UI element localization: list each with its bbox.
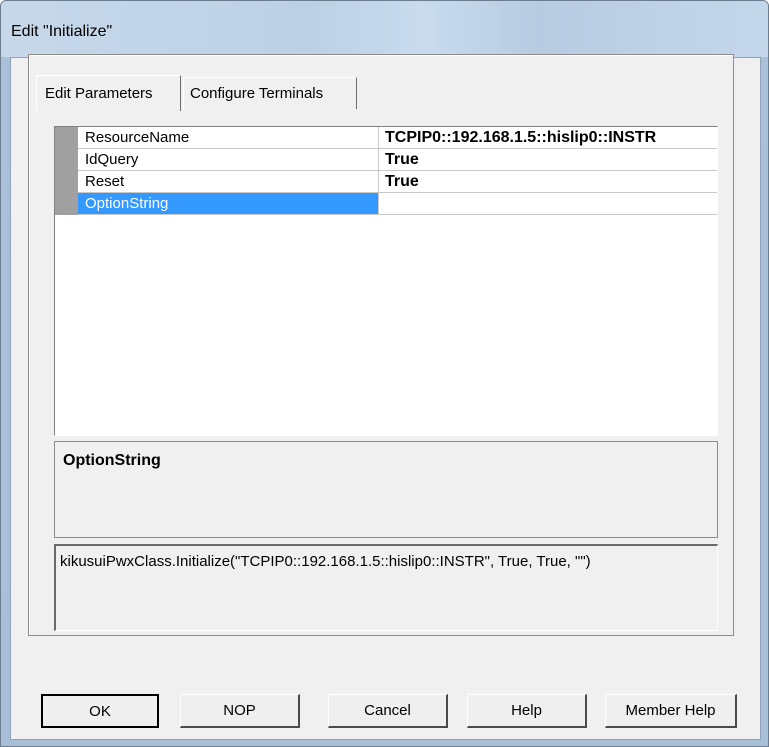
parameter-value-field[interactable] [379, 193, 717, 215]
call-preview-box: kikusuiPwxClass.Initialize("TCPIP0::192.… [54, 544, 718, 631]
parameter-row-optionstring[interactable]: OptionString [55, 193, 717, 215]
parameter-name: ResourceName [78, 127, 379, 149]
row-gutter [55, 127, 78, 149]
member-help-button[interactable]: Member Help [605, 694, 737, 728]
row-gutter [55, 171, 78, 193]
help-button[interactable]: Help [467, 694, 587, 728]
row-gutter [55, 193, 78, 215]
title-bar[interactable]: Edit "Initialize" [1, 1, 768, 57]
parameter-value-field[interactable]: True [379, 171, 717, 193]
parameter-row-idquery[interactable]: IdQuery True [55, 149, 717, 171]
tab-edit-parameters[interactable]: Edit Parameters [36, 75, 181, 111]
parameter-name: IdQuery [78, 149, 379, 171]
parameter-value-field[interactable]: TCPIP0::192.168.1.5::hislip0::INSTR [379, 127, 717, 149]
description-title: OptionString [63, 452, 161, 469]
parameter-name: Reset [78, 171, 379, 193]
nop-button[interactable]: NOP [180, 694, 300, 728]
parameter-row-reset[interactable]: Reset True [55, 171, 717, 193]
window-title: Edit "Initialize" [11, 23, 113, 40]
parameter-value-field[interactable]: True [379, 149, 717, 171]
parameter-name: OptionString [78, 193, 379, 215]
parameter-description-panel: OptionString [54, 441, 718, 538]
ok-button[interactable]: OK [41, 694, 159, 728]
row-gutter [55, 149, 78, 171]
call-preview-text: kikusuiPwxClass.Initialize("TCPIP0::192.… [60, 553, 591, 570]
cancel-button[interactable]: Cancel [328, 694, 448, 728]
parameter-row-resourcename[interactable]: ResourceName TCPIP0::192.168.1.5::hislip… [55, 127, 717, 149]
tab-configure-terminals[interactable]: Configure Terminals [183, 77, 357, 109]
parameter-grid: ResourceName TCPIP0::192.168.1.5::hislip… [54, 126, 718, 436]
